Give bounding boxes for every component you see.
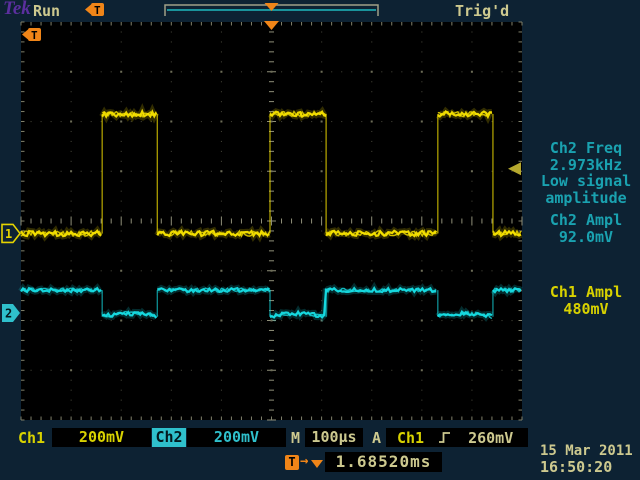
- date-time: 15 Mar 2011 16:50:20: [540, 443, 640, 475]
- measurement-label: Ch2 Ampl: [534, 212, 638, 229]
- measurement-label: Ch2 Freq: [534, 140, 638, 157]
- ch1-marker-label: 1: [5, 227, 12, 241]
- acquisition-state: Run: [33, 2, 60, 20]
- trigger-delay-readout: 1.68520ms: [325, 452, 442, 472]
- trigger-letter: T: [94, 4, 101, 17]
- ch1-scale-readout: 200mV: [52, 428, 151, 447]
- ch2-scale-readout: 200mV: [187, 428, 286, 447]
- trigger-source: Ch1: [397, 429, 424, 447]
- trigger-time-icon: T: [285, 455, 299, 470]
- date-text: 15 Mar 2011: [540, 443, 640, 459]
- warning-text: Low signal: [534, 173, 638, 190]
- arrow-left-icon: [85, 5, 91, 15]
- measurement-value: 92.0mV: [534, 229, 638, 246]
- trigger-mode-label: A: [372, 429, 381, 447]
- oscilloscope-screen: T T 1 2 Tek Run Trig'd Ch2 Freq 2.973kHz Lo…: [0, 0, 640, 480]
- tek-logo: Tek: [3, 0, 31, 20]
- ch2-label-selected: Ch2: [152, 428, 186, 447]
- measurement-value: 480mV: [534, 301, 638, 318]
- measurement-ch2-freq: Ch2 Freq 2.973kHz Low signal amplitude: [534, 140, 638, 206]
- ch1-label: Ch1: [18, 429, 45, 447]
- triangle-down-icon: [311, 460, 323, 468]
- trigger-letter: T: [31, 29, 38, 42]
- trigger-level-readout: 260mV: [468, 429, 513, 447]
- time-text: 16:50:20: [540, 459, 640, 475]
- ch2-marker-label: 2: [5, 307, 12, 321]
- arrow-right-icon: →: [300, 453, 308, 469]
- timebase-readout: 100µs: [305, 428, 363, 447]
- measurement-value: 2.973kHz: [534, 157, 638, 174]
- timebase-label: M: [291, 429, 300, 447]
- measurement-ch1-ampl: Ch1 Ampl 480mV: [534, 284, 638, 317]
- rising-edge-icon: [437, 430, 452, 445]
- trigger-status: Trig'd: [455, 2, 509, 20]
- measurement-label: Ch1 Ampl: [534, 284, 638, 301]
- trigger-readout: Ch1 260mV: [386, 428, 528, 447]
- warning-text: amplitude: [534, 190, 638, 207]
- measurement-ch2-ampl: Ch2 Ampl 92.0mV: [534, 212, 638, 245]
